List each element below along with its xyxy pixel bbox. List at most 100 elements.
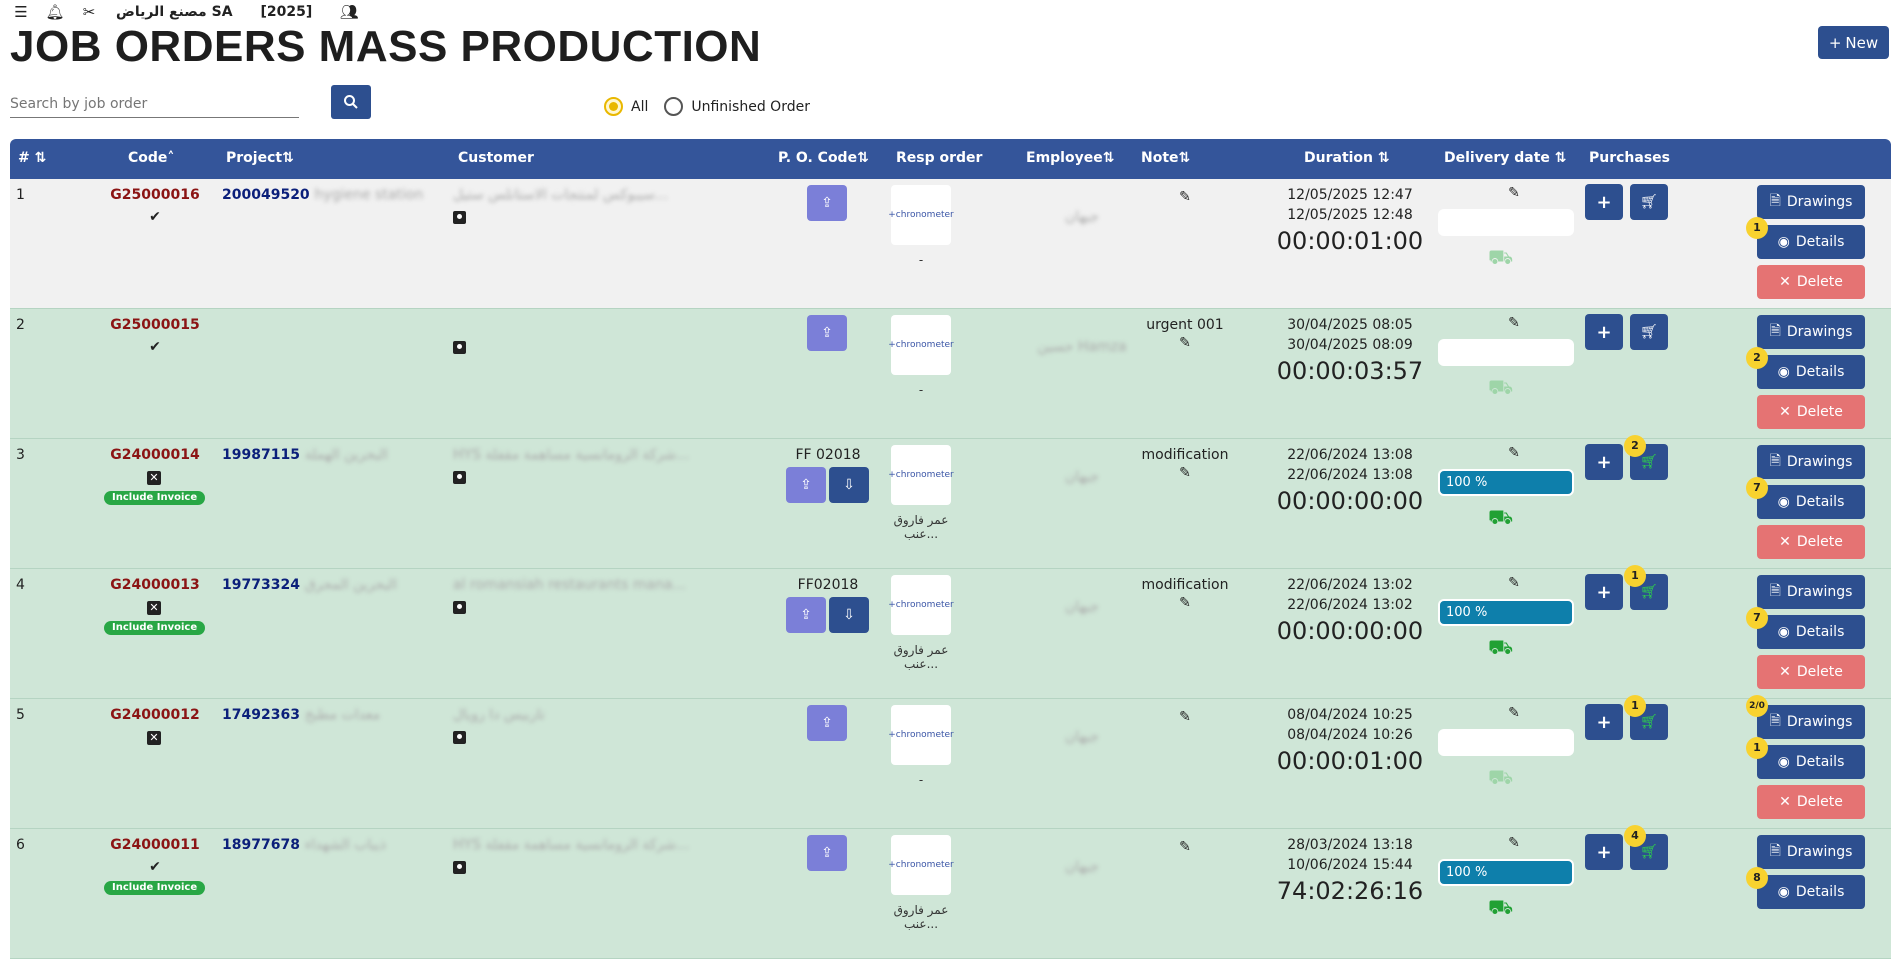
details-button[interactable]: ◉ Details [1757,875,1865,909]
contact-card-icon[interactable] [453,471,466,484]
truck-icon[interactable]: ⛟ [1488,505,1518,529]
col-delivery[interactable]: Delivery date ⇅ [1444,150,1567,166]
job-code[interactable]: G25000016 [95,187,215,203]
employee-name: جيهان [1065,599,1099,615]
company-name[interactable]: مصنع الرياض SA [116,4,233,20]
col-po[interactable]: P. O. Code⇅ [778,150,869,166]
drawings-button[interactable]: 🗎 Drawings [1757,835,1865,869]
col-employee[interactable]: Employee⇅ [1026,150,1114,166]
project-number[interactable]: 200049520 [222,187,310,203]
details-button[interactable]: ◉ Details [1757,615,1865,649]
truck-icon[interactable]: ⛟ [1488,895,1518,919]
contact-card-icon[interactable] [453,341,466,354]
contact-card-icon[interactable] [453,601,466,614]
download-button[interactable]: ⇩ [829,467,869,503]
job-code[interactable]: G24000011 [95,837,215,853]
search-button[interactable] [331,85,371,119]
details-button[interactable]: ◉ Details [1757,485,1865,519]
truck-icon[interactable]: ⛟ [1488,635,1518,659]
pencil-icon[interactable]: ✎ [1130,189,1240,205]
project-number[interactable]: 19987115 [222,447,300,463]
download-button[interactable]: ⇩ [829,597,869,633]
job-code[interactable]: G25000015 [95,317,215,333]
cart-button[interactable]: 🛒︎ [1630,184,1668,220]
add-purchase-button[interactable]: + [1585,444,1623,480]
upload-button[interactable]: ⇪ [786,467,826,503]
col-duration[interactable]: Duration ⇅ [1304,150,1390,166]
year-label[interactable]: [2025] [261,4,313,20]
add-purchase-button[interactable]: + [1585,574,1623,610]
project-cell[interactable]: 200049520 hygiene station [222,187,423,203]
project-cell[interactable]: 18977678 ذيباب الشهداء [222,837,386,853]
pencil-icon[interactable]: ✎ [1506,575,1522,591]
delete-button[interactable]: ✕ Delete [1757,785,1865,819]
new-button[interactable]: + New [1818,26,1889,59]
col-project[interactable]: Project⇅ [226,150,294,166]
col-code[interactable]: Code˄ [128,150,174,166]
delete-button[interactable]: ✕ Delete [1757,655,1865,689]
pencil-icon[interactable]: ✎ [1130,595,1240,611]
duration-value: 74:02:26:16 [1276,877,1424,905]
pencil-icon[interactable]: ✎ [1506,445,1522,461]
col-num[interactable]: # ⇅ [18,150,46,166]
truck-icon[interactable]: ⛟ [1488,245,1518,269]
project-cell[interactable]: 17492363 معدات مطبخ [222,707,380,723]
pencil-icon[interactable]: ✎ [1130,465,1240,481]
contact-card-icon[interactable] [453,211,466,224]
add-purchase-button[interactable]: + [1585,704,1623,740]
delete-button[interactable]: ✕ Delete [1757,265,1865,299]
radio-all-label[interactable]: All [631,99,648,115]
upload-button[interactable]: ⇪ [807,835,847,871]
col-purchases: Purchases [1589,150,1671,166]
cart-icon: 🛒︎ [1640,714,1658,730]
col-note[interactable]: Note⇅ [1141,150,1190,166]
delete-button[interactable]: ✕ Delete [1757,525,1865,559]
job-code[interactable]: G24000013 [95,577,215,593]
job-code[interactable]: G24000014 [95,447,215,463]
project-number[interactable]: 18977678 [222,837,300,853]
project-name: ذيباب الشهداء [304,837,386,853]
tools-icon[interactable]: ✂ [76,3,102,21]
add-purchase-button[interactable]: + [1585,314,1623,350]
truck-icon[interactable]: ⛟ [1488,765,1518,789]
drawings-button[interactable]: 🗎 Drawings [1757,705,1865,739]
details-button[interactable]: ◉ Details [1757,745,1865,779]
pencil-icon[interactable]: ✎ [1130,335,1240,351]
contact-card-icon[interactable] [453,731,466,744]
bell-icon[interactable]: 🔔︎ [42,3,68,21]
pencil-icon[interactable]: ✎ [1506,315,1522,331]
pencil-icon[interactable]: ✎ [1130,709,1240,725]
drawings-button[interactable]: 🗎 Drawings [1757,185,1865,219]
add-purchase-button[interactable]: + [1585,834,1623,870]
search-input[interactable] [10,90,299,118]
details-button[interactable]: ◉ Details [1757,355,1865,389]
drawings-button[interactable]: 🗎 Drawings [1757,575,1865,609]
upload-button[interactable]: ⇪ [807,315,847,351]
job-code[interactable]: G24000012 [95,707,215,723]
project-cell[interactable]: 19773324 البحرين المحرق [222,577,397,593]
project-cell[interactable]: 19987115 البحرين الهملة [222,447,388,463]
pencil-icon[interactable]: ✎ [1506,185,1522,201]
details-button[interactable]: ◉ Details [1757,225,1865,259]
cart-button[interactable]: 🛒︎ [1630,314,1668,350]
upload-button[interactable]: ⇪ [807,185,847,221]
truck-icon[interactable]: ⛟ [1488,375,1518,399]
pencil-icon[interactable]: ✎ [1506,835,1522,851]
contact-card-icon[interactable] [453,861,466,874]
project-number[interactable]: 17492363 [222,707,300,723]
add-purchase-button[interactable]: + [1585,184,1623,220]
include-invoice-badge: Include Invoice [104,881,206,895]
project-number[interactable]: 19773324 [222,577,300,593]
radio-all[interactable] [604,97,623,116]
radio-unfinished-label[interactable]: Unfinished Order [691,99,810,115]
pencil-icon[interactable]: ✎ [1130,839,1240,855]
drawings-button[interactable]: 🗎 Drawings [1757,315,1865,349]
upload-button[interactable]: ⇪ [807,705,847,741]
drawings-button[interactable]: 🗎 Drawings [1757,445,1865,479]
users-icon[interactable]: 👥︎ [336,3,362,21]
pencil-icon[interactable]: ✎ [1506,705,1522,721]
radio-unfinished[interactable] [664,97,684,116]
upload-button[interactable]: ⇪ [786,597,826,633]
delete-button[interactable]: ✕ Delete [1757,395,1865,429]
menu-icon[interactable]: ☰ [8,3,34,21]
